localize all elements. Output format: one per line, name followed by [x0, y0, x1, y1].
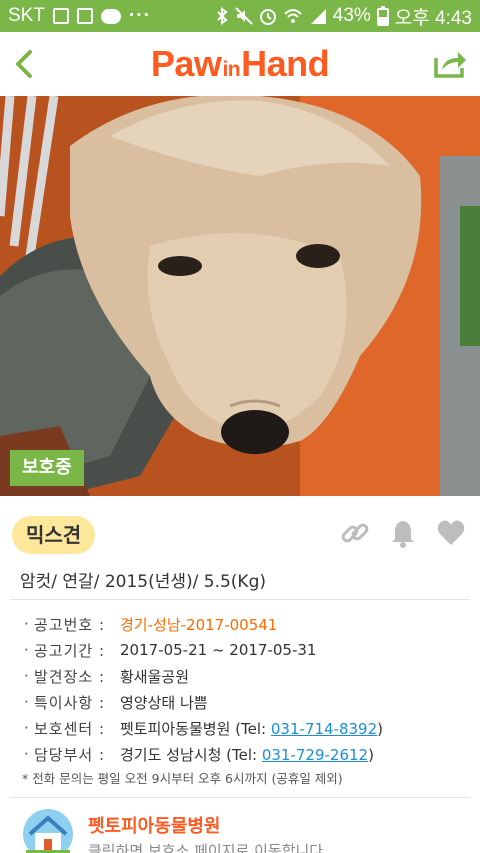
shelter-house-icon	[23, 809, 73, 853]
found-place: 황새울공원	[120, 667, 190, 686]
talk-icon	[100, 8, 121, 24]
shelter-link[interactable]: 펫토피아동물병원 클릭하면 보호소 페이지로 이동합니다	[0, 800, 480, 853]
dept-phone-link[interactable]: 031-729-2612	[262, 746, 368, 764]
bluetooth-icon	[217, 7, 228, 25]
detail-row-center: · 보호센터 : 펫토피아동물병원 (Tel: 031-714-8392)	[24, 719, 383, 738]
dept-name: 경기도 성남시청 (Tel:	[120, 745, 262, 764]
status-bar: SKT ··· 43% 오후 4:43	[0, 0, 480, 32]
mute-icon	[235, 7, 253, 25]
app-header: Paw in Hand	[0, 32, 480, 96]
detail-row-period: · 공고기간 : 2017-05-21 ~ 2017-05-31	[24, 641, 317, 660]
notice-number: 경기-성남-2017-00541	[120, 615, 278, 634]
heart-icon[interactable]	[436, 518, 466, 548]
shelter-subtitle: 클릭하면 보호소 페이지로 이동합니다	[88, 842, 324, 853]
signal-icon	[310, 9, 326, 24]
divider	[10, 599, 470, 600]
notification-box-icon	[52, 8, 69, 24]
clock: 오후 4:43	[394, 7, 472, 29]
gallery-icon	[76, 8, 93, 24]
status-badge: 보호중	[10, 450, 84, 486]
battery-icon	[376, 6, 389, 26]
center-phone-link[interactable]: 031-714-8392	[271, 720, 377, 738]
bell-icon[interactable]	[388, 518, 418, 548]
wifi-icon	[284, 9, 302, 23]
battery-label: 43%	[332, 5, 371, 26]
dog-image	[0, 96, 480, 496]
link-icon[interactable]	[340, 518, 370, 548]
back-arrow-icon[interactable]	[10, 46, 40, 82]
more-notifications-icon: ···	[128, 5, 151, 26]
detail-row-place: · 발견장소 : 황새울공원	[24, 667, 190, 686]
notice-period: 2017-05-21 ~ 2017-05-31	[120, 641, 317, 659]
detail-row-dept: · 담당부서 : 경기도 성남시청 (Tel: 031-729-2612)	[24, 745, 374, 764]
shelter-name: 펫토피아동물병원	[88, 816, 221, 837]
action-icons	[340, 518, 466, 548]
animal-summary: 암컷/ 연갈/ 2015(년생)/ 5.5(Kg)	[20, 572, 267, 592]
special-notes: 영양상태 나쁨	[120, 693, 208, 712]
animal-photo	[0, 96, 480, 496]
alarm-icon	[259, 9, 276, 25]
app-logo: Paw in Hand	[150, 43, 330, 84]
center-name: 펫토피아동물병원 (Tel:	[120, 719, 271, 738]
detail-row-feature: · 특이사항 : 영양상태 나쁨	[24, 693, 208, 712]
phone-notice: * 전화 문의는 평일 오전 9시부터 오후 6시까지 (공휴일 제외)	[22, 771, 343, 786]
detail-row-notice-no: · 공고번호 : 경기-성남-2017-00541	[24, 615, 278, 634]
details-list: · 공고번호 : 경기-성남-2017-00541 · 공고기간 : 2017-…	[24, 611, 474, 767]
divider	[10, 797, 470, 798]
carrier-label: SKT	[8, 5, 45, 26]
breed-badge: 믹스견	[12, 516, 96, 554]
share-icon[interactable]	[432, 48, 468, 80]
